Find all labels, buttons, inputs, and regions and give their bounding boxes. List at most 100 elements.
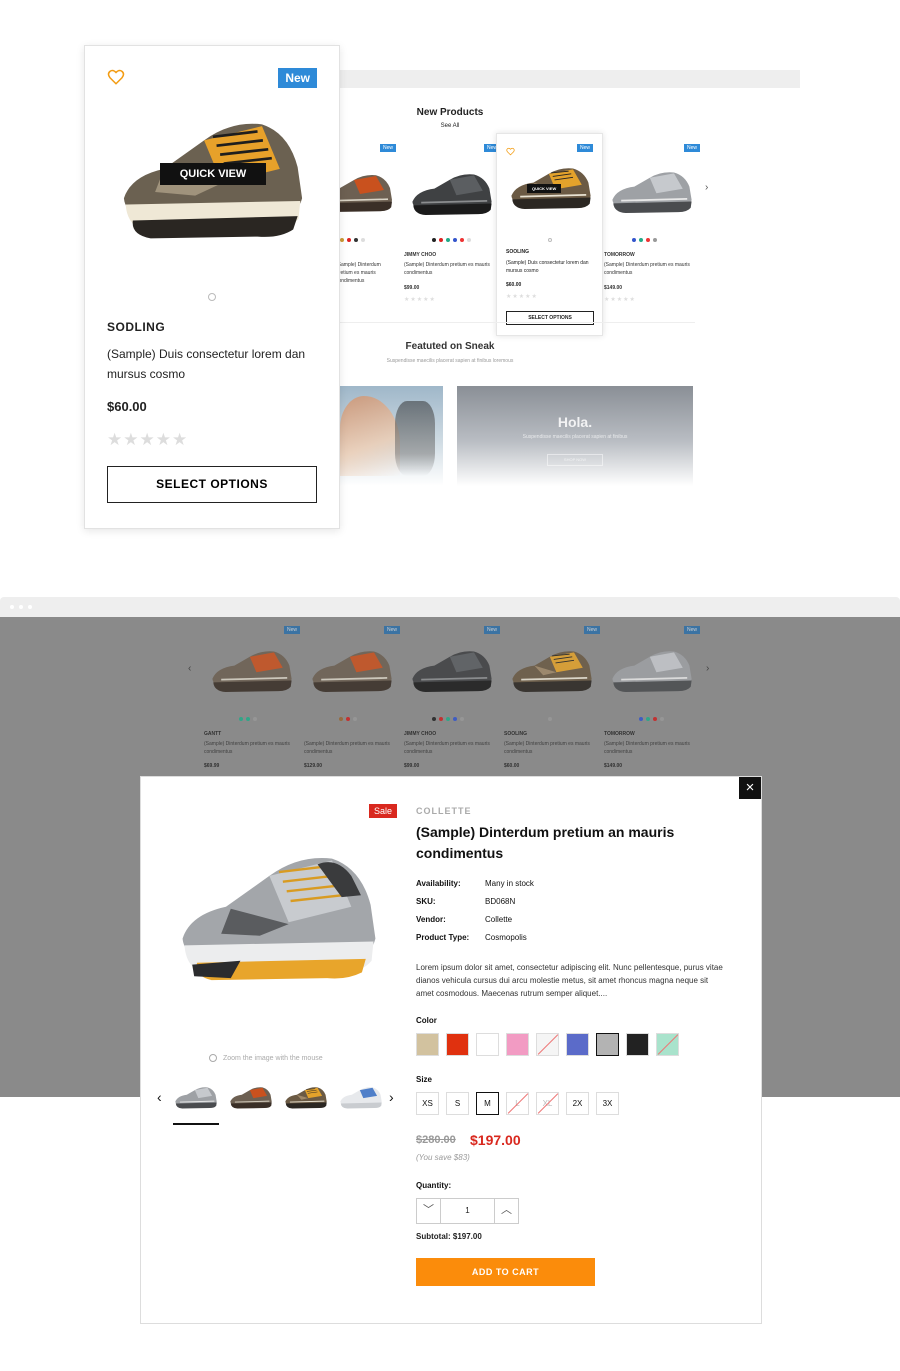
product-name[interactable]: JIMMY CHOO [404,731,436,737]
zoom-hint-text: Zoom the image with the mouse [223,1054,323,1062]
quick-view-button[interactable]: QUICK VIEW [160,163,266,185]
product-image[interactable] [208,638,296,702]
product-name[interactable]: TOMORROW [604,252,635,258]
select-options-button[interactable]: SELECT OPTIONS [107,466,317,503]
product-desc: (Sample) Dinterdum pretium es mauris con… [604,741,690,755]
color-swatch[interactable] [626,1033,649,1056]
thumbnail[interactable] [338,1079,384,1115]
product-image[interactable] [608,638,696,702]
info-vendor: Vendor: Collette [416,915,513,924]
product-image[interactable] [508,638,596,702]
product-name[interactable]: JIMMY CHOO [404,252,436,258]
product-image[interactable] [408,638,496,702]
add-to-cart-button[interactable]: ADD TO CART [416,1258,595,1286]
size-option[interactable]: S [446,1092,469,1115]
heart-icon[interactable] [506,143,515,152]
size-option[interactable]: L [506,1092,529,1115]
color-swatch[interactable] [476,1033,499,1056]
shop-now-button[interactable]: SHOP NOW [547,454,603,466]
product-image[interactable] [608,160,696,222]
subtotal: Subtotal: $197.00 [416,1232,482,1241]
thumbnail[interactable] [173,1079,219,1125]
product-image[interactable] [308,638,396,702]
savings-text: (You save $83) [416,1153,470,1162]
section-title: New Products [416,107,484,118]
banner-hola[interactable]: Hola. Suspendisse maecilis placerat sapi… [457,386,693,486]
product-price: $99.00 [404,285,420,291]
size-option[interactable]: XS [416,1092,439,1115]
product-price: $99.00 [404,763,420,769]
product-desc: (Sample) Dinterdum pretium es mauris con… [404,741,490,755]
window-dot [28,605,32,609]
quantity-input[interactable]: 1 [441,1199,494,1223]
thumbnail-next-icon[interactable]: › [389,1089,394,1105]
product-desc: (Sample) Dinterdum pretium es mauris con… [404,262,490,276]
banner-title: Hola. [557,414,593,430]
color-swatch[interactable] [416,1033,439,1056]
product-desc: (Sample) Dinterdum pretium es mauris con… [504,741,590,755]
color-dots [432,717,464,721]
info-product-type: Product Type: Cosmopolis [416,933,527,942]
rating-stars: ★★★★★ [404,297,436,303]
color-dots [340,238,365,242]
chevron-down-icon[interactable]: ﹀ [417,1199,441,1223]
product-name[interactable]: TOMORROW [604,731,635,737]
carousel-next-icon[interactable]: › [706,663,709,674]
size-option[interactable]: 3X [596,1092,619,1115]
product-image[interactable] [408,162,496,224]
divider [340,322,695,323]
browser-bar [300,70,800,88]
color-swatch[interactable] [506,1033,529,1056]
product-name[interactable]: SOOLING [504,731,527,737]
info-sku: SKU: BD068N [416,897,516,906]
color-swatch[interactable] [446,1033,469,1056]
product-name[interactable]: SOOLING [506,249,529,255]
quick-view-modal: × Sale Zoom the image with the mouse ‹ ›… [140,776,762,1324]
color-swatch[interactable] [596,1033,619,1056]
chevron-up-icon[interactable]: ︿ [494,1199,518,1223]
thumbnail[interactable] [228,1079,274,1115]
new-badge: New [278,68,317,88]
color-dots [632,238,657,242]
color-swatch[interactable] [536,1033,559,1056]
product-desc: (Sample) Dinterdum pretium es mauris con… [604,262,690,276]
featured-subtitle: Suspendisse maecilis placerat sapien at … [386,358,514,364]
new-badge: New [683,626,700,634]
original-price: $280.00 [416,1134,456,1146]
color-dot[interactable] [548,238,552,242]
size-option[interactable]: M [476,1092,499,1115]
new-badge: New [383,626,400,634]
see-all-link[interactable]: See All [300,123,600,129]
banner-image-runner[interactable] [340,386,443,486]
window-dot [10,605,14,609]
close-icon[interactable]: × [739,777,761,799]
size-option[interactable]: XL [536,1092,559,1115]
color-dots [339,717,357,721]
vendor-label[interactable]: COLLETTE [416,806,472,816]
new-badge: New [576,144,593,152]
heart-icon[interactable] [107,68,125,86]
browser-bar [0,597,900,617]
runner-graphic [395,401,435,476]
color-swatch-dot[interactable] [208,293,216,301]
quick-view-button[interactable]: QUICK VIEW [527,184,562,193]
product-main-image[interactable] [169,847,389,982]
product-price: $60.00 [504,763,520,769]
rating-stars: ★★★★★ [604,297,636,303]
thumbnail[interactable] [283,1079,329,1115]
product-name[interactable]: GANTT [204,731,221,737]
thumbnail-prev-icon[interactable]: ‹ [157,1089,162,1105]
color-dots [432,238,471,242]
product-card-hovered[interactable]: New QUICK VIEW SOOLING (Sample) Duis con… [496,133,603,336]
color-swatch[interactable] [566,1033,589,1056]
size-label: Size [416,1075,433,1084]
carousel-prev-icon[interactable]: ‹ [188,663,191,674]
window-dot [19,605,23,609]
product-name[interactable]: SODLING [107,320,165,334]
size-option[interactable]: 2X [566,1092,589,1115]
color-dots [239,717,257,721]
carousel-next-icon[interactable]: › [705,182,708,193]
product-card-zoomed[interactable]: New QUICK VIEW SODLING (Sample) Duis con… [84,45,340,529]
color-swatch[interactable] [656,1033,679,1056]
zoom-icon [209,1054,217,1062]
